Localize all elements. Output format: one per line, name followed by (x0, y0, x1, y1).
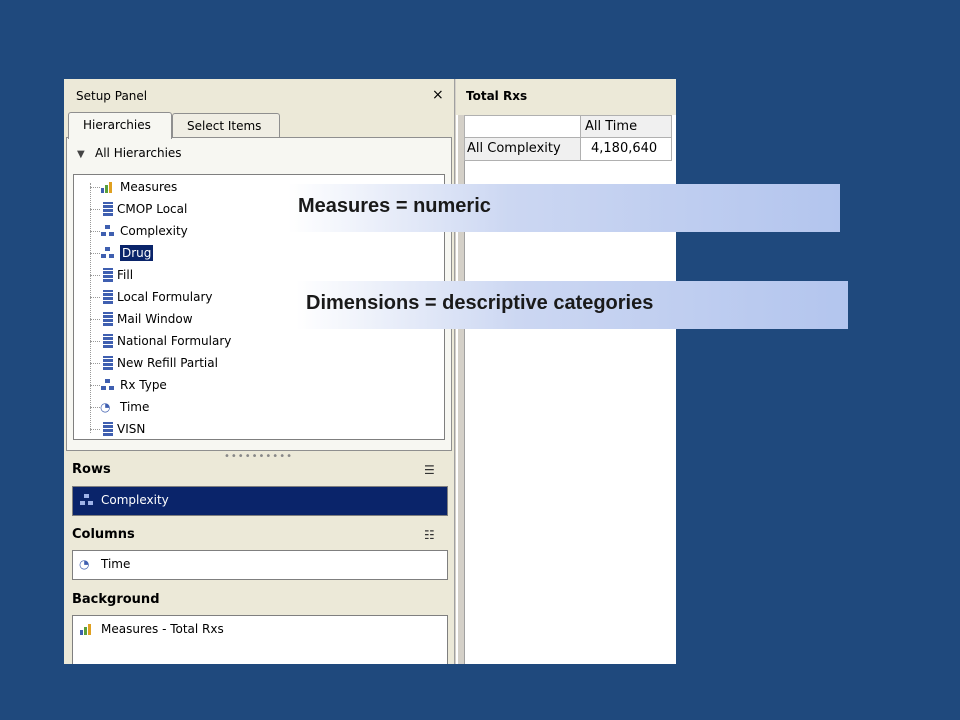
measures-callout-text: Measures = numeric (298, 195, 491, 217)
tree-item-label: Time (120, 400, 150, 414)
columns-drop-zone[interactable]: ◔ Time (72, 550, 448, 580)
tree-item-drug[interactable]: Drug (100, 243, 154, 263)
rows-item[interactable]: Complexity (79, 493, 169, 507)
tree-item-label: Local Formulary (117, 290, 213, 304)
dimension-icon (103, 202, 113, 216)
olap-screenshot: Setup Panel × Hierarchies Select Items ▼… (64, 79, 676, 664)
tree-item-cmop-local[interactable]: CMOP Local (100, 199, 187, 219)
background-item-label: Measures - Total Rxs (101, 622, 224, 636)
tree-item-mail-window[interactable]: Mail Window (100, 309, 193, 329)
filter-label: All Hierarchies (95, 146, 182, 160)
tree-item-new-refill-partial[interactable]: New Refill Partial (100, 353, 218, 373)
setup-panel-title: Setup Panel (76, 89, 148, 103)
dimension-icon (103, 312, 113, 326)
tree-item-local-formulary[interactable]: Local Formulary (100, 287, 212, 307)
tree-item-label: Fill (117, 268, 134, 282)
dimension-icon (103, 422, 113, 436)
tree-connector (90, 385, 100, 386)
background-item[interactable]: Measures - Total Rxs (79, 622, 224, 636)
dimensions-callout: Dimensions = descriptive categories (296, 281, 848, 329)
time-icon: ◔ (100, 400, 111, 414)
tree-connector (90, 253, 100, 254)
dimension-icon (103, 356, 113, 370)
pivot-row-header-label: All Complexity (467, 141, 561, 156)
tree-item-measures[interactable]: Measures (100, 177, 177, 197)
tree-connector (90, 187, 100, 188)
tree-item-label: Rx Type (120, 378, 167, 392)
columns-label: Columns (72, 527, 135, 542)
tree-connector (90, 407, 100, 408)
tree-item-label: New Refill Partial (117, 356, 218, 370)
tree-item-time[interactable]: ◔ Time (100, 397, 149, 417)
hierarchy-icon (100, 224, 116, 238)
tree-item-fill[interactable]: Fill (100, 265, 133, 285)
setup-panel-header: Setup Panel × (64, 79, 454, 115)
measures-callout: Measures = numeric (288, 184, 840, 232)
tree-item-label: Measures (120, 180, 178, 194)
tree-connector (90, 275, 100, 276)
tab-select-items-label: Select Items (187, 119, 262, 133)
pivot-value-cell[interactable]: 4,180,640 (580, 137, 672, 161)
columns-item[interactable]: ◔ Time (79, 557, 130, 571)
pivot-header: Total Rxs (456, 79, 676, 115)
pivot-row-header[interactable]: All Complexity (464, 137, 582, 161)
measures-icon (79, 622, 95, 636)
dimension-icon (103, 268, 113, 282)
pivot-title: Total Rxs (466, 89, 528, 103)
tab-hierarchies-label: Hierarchies (83, 118, 151, 132)
tree-item-complexity[interactable]: Complexity (100, 221, 188, 241)
dimension-icon (103, 334, 113, 348)
splitter-grip[interactable]: •••••••••• (224, 451, 293, 462)
columns-options-icon[interactable]: ☷ (424, 528, 435, 542)
measures-icon (100, 180, 116, 194)
tree-connector (90, 429, 100, 430)
tree-item-visn[interactable]: VISN (100, 419, 145, 439)
setup-panel: Setup Panel × Hierarchies Select Items ▼… (64, 79, 455, 664)
pivot-table-panel: Total Rxs All Time All Complexity 4,180,… (456, 79, 676, 664)
rows-label: Rows (72, 462, 111, 477)
pivot-value: 4,180,640 (591, 141, 658, 156)
pivot-corner-cell (464, 115, 582, 139)
tree-connector (90, 363, 100, 364)
rows-options-icon[interactable]: ☰ (424, 463, 435, 477)
tree-item-label: National Formulary (117, 334, 232, 348)
tree-connector (90, 231, 100, 232)
close-icon[interactable]: × (432, 87, 444, 103)
background-label: Background (72, 592, 160, 607)
pivot-column-header-label: All Time (585, 119, 638, 134)
hierarchy-icon (100, 378, 116, 392)
background-drop-zone[interactable]: Measures - Total Rxs (72, 615, 448, 664)
hierarchy-icon (79, 493, 95, 507)
rows-item-label: Complexity (101, 493, 169, 507)
dimensions-callout-text: Dimensions = descriptive categories (306, 292, 654, 314)
dimension-icon (103, 290, 113, 304)
tab-hierarchies[interactable]: Hierarchies (68, 112, 172, 139)
tree-item-national-formulary[interactable]: National Formulary (100, 331, 231, 351)
hierarchy-icon (100, 246, 116, 260)
tree-connector (90, 209, 100, 210)
filter-icon: ▼ (77, 149, 85, 160)
tree-connector (90, 183, 92, 433)
tree-connector (90, 341, 100, 342)
tree-item-label: Complexity (120, 224, 188, 238)
time-icon: ◔ (79, 557, 90, 571)
hierarchy-filter[interactable]: ▼ All Hierarchies (77, 146, 182, 160)
tree-item-label: CMOP Local (117, 202, 188, 216)
tree-connector (90, 297, 100, 298)
rows-drop-zone[interactable]: Complexity (72, 486, 448, 516)
tree-item-label: Mail Window (117, 312, 193, 326)
tree-item-label: VISN (117, 422, 146, 436)
tab-select-items[interactable]: Select Items (172, 113, 280, 138)
tree-item-label: Drug (120, 245, 154, 261)
columns-item-label: Time (101, 557, 131, 571)
tree-item-rx-type[interactable]: Rx Type (100, 375, 167, 395)
tree-connector (90, 319, 100, 320)
pivot-column-header[interactable]: All Time (580, 115, 672, 139)
